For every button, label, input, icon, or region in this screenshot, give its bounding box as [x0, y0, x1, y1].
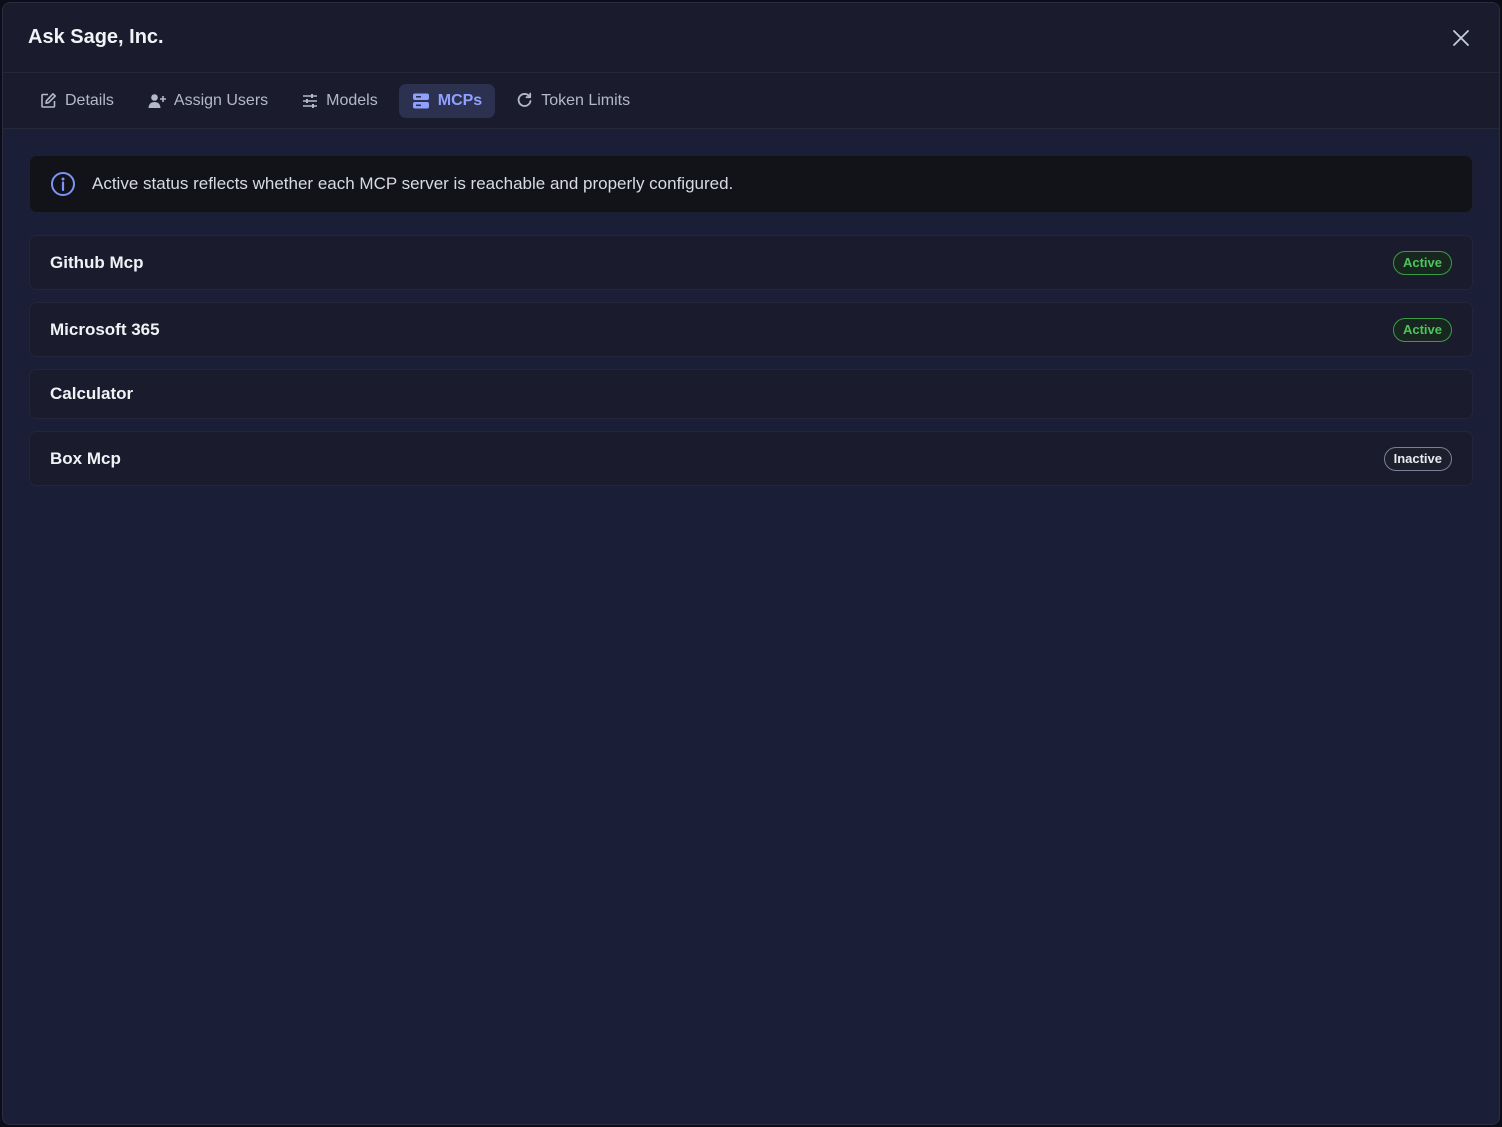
status-badge: Active: [1392, 317, 1452, 342]
sliders-icon: [303, 93, 318, 108]
tab-label: Details: [65, 91, 114, 109]
user-plus-icon: [148, 93, 166, 108]
tab-label: Token Limits: [541, 91, 631, 109]
mcps-panel: Active status reflects whether each MCP …: [3, 129, 1499, 512]
close-button[interactable]: [1449, 26, 1473, 50]
mcp-row-github[interactable]: Github Mcp Active: [29, 235, 1473, 290]
modal-header: Ask Sage, Inc.: [3, 3, 1499, 73]
mcp-name: Calculator: [50, 384, 134, 403]
tab-label: Models: [326, 91, 378, 109]
modal-title: Ask Sage, Inc.: [28, 26, 164, 48]
tab-details[interactable]: Details: [27, 84, 127, 118]
tab-label: Assign Users: [173, 91, 269, 109]
edit-icon: [41, 93, 56, 108]
tab-assign-users[interactable]: Assign Users: [135, 84, 281, 118]
tab-token-limits[interactable]: Token Limits: [503, 84, 643, 118]
mcp-row-microsoft-365[interactable]: Microsoft 365 Active: [29, 302, 1473, 357]
refresh-icon: [517, 92, 532, 107]
server-icon: [412, 93, 429, 108]
mcp-row-calculator[interactable]: Calculator: [29, 369, 1473, 419]
mcp-row-box[interactable]: Box Mcp Inactive: [29, 431, 1473, 486]
status-badge: Active: [1392, 250, 1452, 275]
mcp-name: Github Mcp: [50, 252, 144, 272]
close-icon: [1453, 29, 1469, 46]
status-badge: Inactive: [1383, 446, 1452, 471]
info-icon: [51, 172, 75, 196]
mcp-name: Box Mcp: [50, 448, 121, 468]
info-text: Active status reflects whether each MCP …: [92, 174, 734, 193]
tab-mcps[interactable]: MCPs: [398, 83, 496, 118]
mcp-list: Github Mcp Active Microsoft 365 Active C…: [29, 235, 1473, 486]
tab-models[interactable]: Models: [289, 84, 391, 118]
org-settings-modal: Ask Sage, Inc. Details Assign Users Mode…: [2, 2, 1500, 1125]
mcp-name: Microsoft 365: [50, 319, 160, 339]
tab-label: MCPs: [437, 91, 483, 109]
tab-bar: Details Assign Users Models MCPs Token L…: [3, 73, 1499, 129]
info-banner: Active status reflects whether each MCP …: [29, 155, 1473, 213]
